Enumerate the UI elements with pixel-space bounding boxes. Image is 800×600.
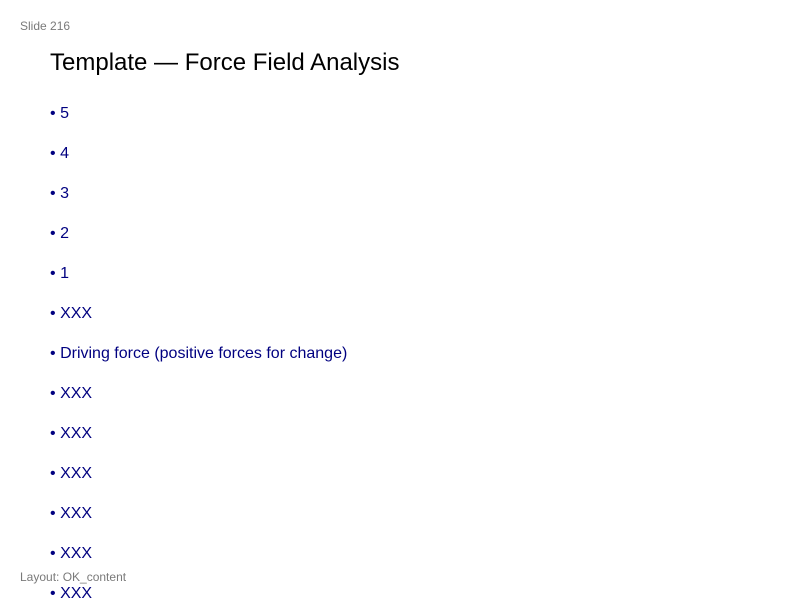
bullet-dot: • — [50, 145, 56, 162]
bullet-item: • 5 — [50, 104, 347, 124]
bullet-dot: • — [50, 105, 56, 122]
bullet-dot: • — [50, 185, 56, 202]
bullet-dot: • — [50, 305, 56, 322]
bullet-dot: • — [50, 545, 56, 562]
bullet-item: • XXX — [50, 304, 347, 324]
bullet-text: 5 — [60, 105, 69, 122]
bullet-text: XXX — [60, 305, 93, 322]
bullet-text: XXX — [60, 505, 93, 522]
bullet-dot: • — [50, 265, 56, 282]
bullet-item: • XXX — [50, 544, 347, 564]
bullet-list: • 5 • 4 • 3 • 2 • 1 • XXX • Driving force (pos… — [50, 104, 347, 600]
bullet-item: • XXX — [50, 384, 347, 404]
slide-title: Template — Force Field Analysis — [50, 49, 400, 76]
bullet-item: • 1 — [50, 264, 347, 284]
bullet-dot: • — [50, 225, 56, 242]
bullet-dot: • — [50, 585, 56, 600]
bullet-item: • 4 — [50, 144, 347, 164]
bullet-dot: • — [50, 425, 56, 442]
bullet-dot: • — [50, 345, 56, 362]
bullet-text: XXX — [60, 465, 93, 482]
bullet-text: 1 — [60, 265, 69, 282]
bullet-item: • XXX — [50, 424, 347, 444]
bullet-text: 2 — [60, 225, 69, 242]
slide-number: Slide 216 — [20, 19, 71, 33]
bullet-text: XXX — [60, 545, 93, 562]
bullet-item: • Driving force (positive forces for cha… — [50, 344, 347, 364]
layout-label: Layout: OK_content — [20, 570, 127, 584]
bullet-item: • XXX — [50, 504, 347, 524]
bullet-text: XXX — [60, 585, 93, 600]
bullet-dot: • — [50, 465, 56, 482]
bullet-item: • XXX — [50, 584, 347, 600]
bullet-dot: • — [50, 505, 56, 522]
bullet-text: Driving force (positive forces for chang… — [60, 345, 348, 362]
bullet-text: 4 — [60, 145, 69, 162]
bullet-dot: • — [50, 385, 56, 402]
bullet-item: • 3 — [50, 184, 347, 204]
bullet-item: • 2 — [50, 224, 347, 244]
bullet-text: XXX — [60, 385, 93, 402]
bullet-text: XXX — [60, 425, 93, 442]
bullet-text: 3 — [60, 185, 69, 202]
bullet-item: • XXX — [50, 464, 347, 484]
